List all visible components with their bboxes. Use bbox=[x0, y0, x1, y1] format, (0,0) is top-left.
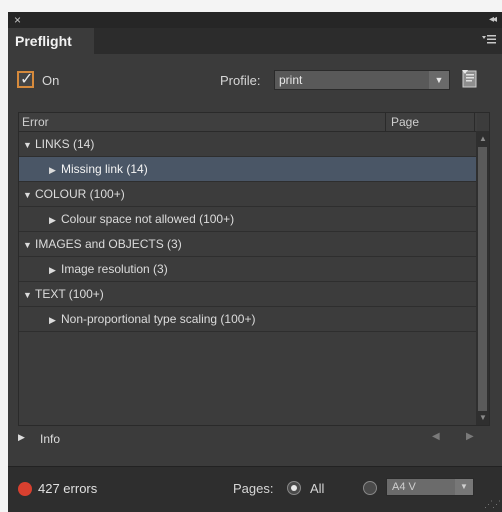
triangle-right-icon[interactable]: ▶ bbox=[49, 208, 61, 232]
scroll-up-icon[interactable]: ▲ bbox=[479, 134, 487, 143]
column-header-error[interactable]: Error bbox=[22, 115, 49, 129]
panel-titlebar: × ◂◂ bbox=[8, 12, 502, 28]
pages-range-dropdown[interactable]: A4 V ▼ bbox=[386, 478, 474, 496]
profile-value: print bbox=[279, 73, 303, 87]
error-rows: ▼ LINKS (14) ▶ Missing link (14) ▼ COLOUR (10… bbox=[19, 132, 477, 332]
row-label: COLOUR (100+) bbox=[35, 187, 125, 201]
row-label: Missing link (14) bbox=[61, 162, 148, 176]
pages-all-radio[interactable] bbox=[287, 481, 301, 495]
column-header-page[interactable]: Page bbox=[391, 115, 419, 129]
error-item-row[interactable]: ▶ Missing link (14) bbox=[19, 157, 477, 182]
triangle-down-icon[interactable]: ▼ bbox=[23, 283, 35, 307]
triangle-right-icon[interactable]: ▶ bbox=[49, 158, 61, 182]
list-header: Error Page bbox=[19, 113, 477, 132]
column-divider bbox=[474, 113, 475, 131]
panel-menu-icon[interactable] bbox=[482, 33, 496, 48]
column-divider bbox=[385, 113, 386, 131]
scrollbar-thumb[interactable] bbox=[478, 147, 487, 411]
disclosure-triangle-icon[interactable]: ▶ bbox=[18, 432, 25, 443]
next-arrow-icon[interactable]: ▶ bbox=[466, 431, 474, 442]
close-icon[interactable]: × bbox=[14, 12, 21, 28]
radio-selected-dot bbox=[291, 485, 297, 491]
triangle-down-icon[interactable]: ▼ bbox=[23, 183, 35, 207]
list-scrollbar[interactable]: ▲ ▼ bbox=[476, 131, 489, 425]
triangle-down-icon[interactable]: ▼ bbox=[23, 133, 35, 157]
error-category-row[interactable]: ▼ TEXT (100+) bbox=[19, 282, 477, 307]
profile-label: Profile: bbox=[220, 73, 261, 88]
triangle-right-icon[interactable]: ▶ bbox=[49, 258, 61, 282]
triangle-down-icon[interactable]: ▼ bbox=[23, 233, 35, 257]
error-count: 427 errors bbox=[38, 481, 98, 496]
triangle-right-icon[interactable]: ▶ bbox=[49, 308, 61, 332]
on-checkbox[interactable]: ✓ bbox=[17, 71, 34, 88]
error-list[interactable]: Error Page ▼ LINKS (14) ▶ Missing link (14)… bbox=[18, 112, 490, 426]
collapse-icon[interactable]: ◂◂ bbox=[489, 12, 497, 28]
status-bar: 427 errors Pages: All A4 V ▼ ⋰⋰ bbox=[8, 466, 502, 512]
row-label: Colour space not allowed (100+) bbox=[61, 212, 235, 226]
error-item-row[interactable]: ▶ Non-proportional type scaling (100+) bbox=[19, 307, 477, 332]
row-label: TEXT (100+) bbox=[35, 287, 104, 301]
row-label: IMAGES and OBJECTS (3) bbox=[35, 237, 182, 251]
chevron-down-icon: ▼ bbox=[455, 479, 473, 495]
error-category-row[interactable]: ▼ COLOUR (100+) bbox=[19, 182, 477, 207]
profile-dropdown[interactable]: print ▼ bbox=[274, 70, 450, 90]
tab-preflight[interactable]: Preflight bbox=[8, 28, 94, 54]
scroll-down-icon[interactable]: ▼ bbox=[479, 413, 487, 422]
error-item-row[interactable]: ▶ Image resolution (3) bbox=[19, 257, 477, 282]
previous-arrow-icon[interactable]: ◀ bbox=[432, 431, 440, 442]
checkmark-icon: ✓ bbox=[20, 71, 34, 88]
info-label[interactable]: Info bbox=[40, 432, 60, 446]
error-category-row[interactable]: ▼ IMAGES and OBJECTS (3) bbox=[19, 232, 477, 257]
error-status-icon bbox=[18, 482, 32, 496]
row-label: Image resolution (3) bbox=[61, 262, 168, 276]
row-label: LINKS (14) bbox=[35, 137, 95, 151]
error-item-row[interactable]: ▶ Colour space not allowed (100+) bbox=[19, 207, 477, 232]
row-label: Non-proportional type scaling (100+) bbox=[61, 312, 256, 326]
define-profiles-icon[interactable] bbox=[460, 68, 480, 90]
pages-label: Pages: bbox=[233, 481, 274, 496]
preflight-panel: × ◂◂ Preflight ✓ On Profile: print ▼ Err… bbox=[8, 12, 502, 512]
pages-range-radio[interactable] bbox=[363, 481, 377, 495]
pages-range-value: A4 V bbox=[392, 481, 416, 493]
preflight-controls: ✓ On Profile: print ▼ bbox=[8, 64, 502, 94]
tab-row: Preflight bbox=[8, 28, 502, 54]
error-category-row[interactable]: ▼ LINKS (14) bbox=[19, 132, 477, 157]
info-section: ▶ Info ◀ ▶ bbox=[8, 427, 502, 451]
on-label: On bbox=[42, 73, 60, 88]
chevron-down-icon: ▼ bbox=[429, 71, 449, 89]
resize-grip-icon[interactable]: ⋰⋰ bbox=[484, 499, 501, 510]
pages-all-label: All bbox=[310, 481, 325, 496]
